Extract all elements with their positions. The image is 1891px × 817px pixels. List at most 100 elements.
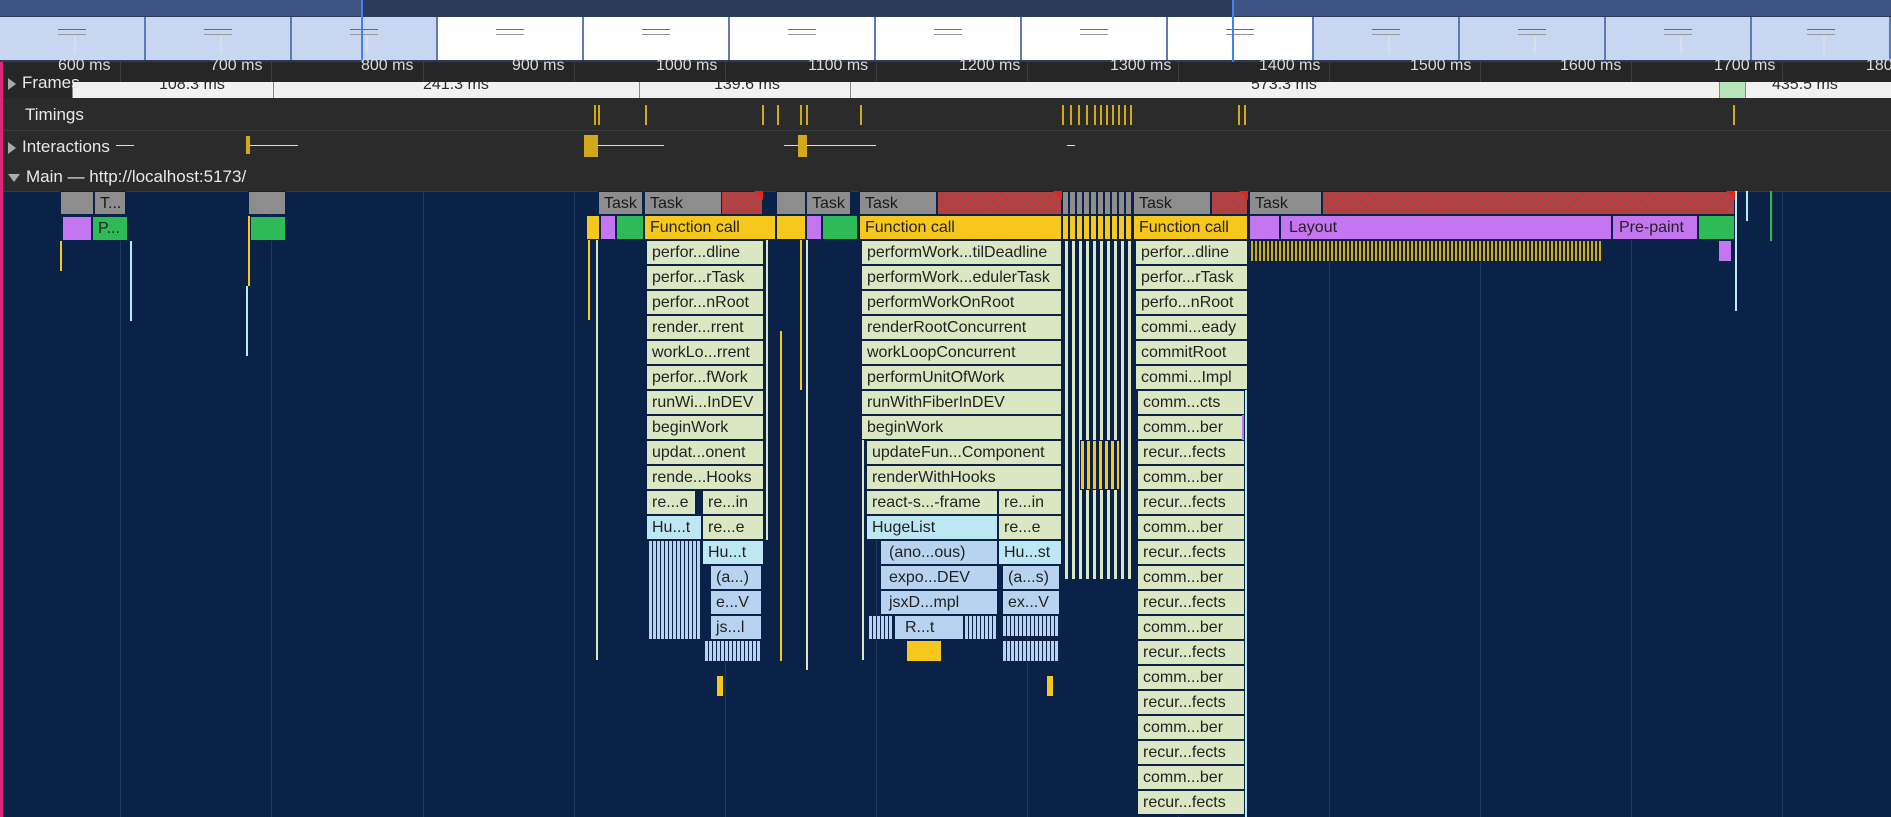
stack-frame[interactable]: commi...Impl bbox=[1135, 365, 1248, 390]
interaction-whisker[interactable] bbox=[1067, 145, 1075, 146]
stack-frame[interactable]: jsxD...mpl bbox=[880, 590, 998, 615]
stack-frame-cluster[interactable] bbox=[648, 540, 702, 640]
stack-frame[interactable]: comm...ber bbox=[1137, 415, 1245, 440]
stack-frame[interactable]: recur...fects bbox=[1137, 440, 1245, 465]
screenshot-thumb[interactable] bbox=[584, 17, 730, 60]
stack-frame[interactable]: renderRootConcurrent bbox=[861, 315, 1062, 340]
timing-marker[interactable] bbox=[1118, 105, 1120, 125]
flame-chart[interactable]: T... P... Task Task Task Function call p… bbox=[0, 191, 1891, 817]
stack-frame[interactable]: workLoopConcurrent bbox=[861, 340, 1062, 365]
stack-frame[interactable]: performUnitOfWork bbox=[861, 365, 1062, 390]
task-block[interactable] bbox=[1062, 191, 1132, 215]
function-call-block[interactable] bbox=[586, 215, 600, 240]
screenshot-thumb[interactable] bbox=[292, 17, 438, 60]
stack-frame[interactable]: comm...ber bbox=[1137, 515, 1245, 540]
pre-paint-block[interactable]: Pre-paint bbox=[1612, 215, 1698, 240]
stack-frame[interactable]: performWork...edulerTask bbox=[861, 265, 1062, 290]
main-track-toggle[interactable]: Main — http://localhost:5173/ bbox=[8, 167, 246, 187]
rendering-block[interactable] bbox=[600, 215, 616, 240]
timing-marker[interactable] bbox=[1124, 105, 1126, 125]
timing-marker[interactable] bbox=[645, 105, 647, 125]
stack-frame[interactable]: comm...ber bbox=[1137, 465, 1245, 490]
paint-block[interactable]: P... bbox=[92, 216, 128, 241]
timing-marker[interactable] bbox=[1062, 105, 1064, 125]
stack-frame[interactable] bbox=[906, 640, 942, 662]
stack-frame[interactable]: commi...eady bbox=[1135, 315, 1248, 340]
stack-frame[interactable]: comm...cts bbox=[1137, 390, 1245, 415]
main-track-header[interactable]: Main — http://localhost:5173/ bbox=[0, 162, 1891, 192]
screenshot-thumb[interactable] bbox=[730, 17, 876, 60]
screenshots-strip[interactable] bbox=[0, 0, 1891, 62]
screenshot-thumb[interactable] bbox=[1606, 17, 1752, 60]
stack-frame[interactable]: (a...) bbox=[710, 565, 762, 590]
rendering-block[interactable] bbox=[1249, 215, 1280, 240]
stack-frame-cluster[interactable] bbox=[868, 615, 894, 640]
screenshot-thumb[interactable] bbox=[876, 17, 1022, 60]
stack-frame[interactable]: e...V bbox=[710, 590, 762, 615]
screenshot-thumb[interactable] bbox=[146, 17, 292, 60]
stack-frame[interactable]: runWithFiberInDEV bbox=[861, 390, 1062, 415]
stack-frame[interactable]: perfor...rTask bbox=[646, 265, 764, 290]
stack-frame[interactable]: perfor...dline bbox=[1135, 240, 1248, 265]
stack-frame[interactable]: recur...fects bbox=[1137, 540, 1245, 565]
rendering-block[interactable] bbox=[1718, 240, 1732, 262]
stack-frame[interactable]: R...t bbox=[894, 615, 964, 640]
interaction-marker[interactable] bbox=[584, 135, 598, 157]
timing-marker[interactable] bbox=[598, 105, 600, 125]
timing-marker[interactable] bbox=[1100, 105, 1102, 125]
selection-handle-left[interactable] bbox=[361, 0, 363, 62]
stack-frame[interactable]: perfor...fWork bbox=[646, 365, 764, 390]
stack-frame[interactable]: HugeList bbox=[866, 515, 998, 540]
timing-marker[interactable] bbox=[860, 105, 862, 125]
task-block[interactable]: Task bbox=[806, 191, 851, 215]
timing-marker[interactable] bbox=[1078, 105, 1080, 125]
interactions-track-toggle[interactable]: Interactions bbox=[8, 137, 110, 157]
screenshot-thumb[interactable] bbox=[1022, 17, 1168, 60]
task-block[interactable]: Task bbox=[1133, 191, 1211, 215]
timing-marker[interactable] bbox=[1070, 105, 1072, 125]
function-call-block[interactable]: Function call bbox=[859, 215, 1062, 240]
stack-frame[interactable]: comm...ber bbox=[1137, 665, 1245, 690]
stack-frame[interactable]: perfor...dline bbox=[646, 240, 764, 265]
stack-frame[interactable]: updat...onent bbox=[646, 440, 764, 465]
screenshot-thumb[interactable] bbox=[1314, 17, 1460, 60]
stack-frame[interactable]: rende...Hooks bbox=[646, 465, 764, 490]
stack-frame[interactable]: performWork...tilDeadline bbox=[861, 240, 1062, 265]
stack-frame[interactable]: recur...fects bbox=[1137, 690, 1245, 715]
stack-frame[interactable]: beginWork bbox=[646, 415, 764, 440]
stack-frame[interactable]: performWorkOnRoot bbox=[861, 290, 1062, 315]
stack-frame[interactable]: Hu...st bbox=[998, 540, 1062, 565]
stack-frame[interactable]: workLo...rrent bbox=[646, 340, 764, 365]
interaction-whisker[interactable] bbox=[590, 145, 664, 146]
frame-segment-green[interactable] bbox=[1719, 82, 1745, 98]
timing-marker[interactable] bbox=[594, 105, 596, 125]
stack-frame-cluster[interactable] bbox=[964, 615, 998, 640]
timing-marker[interactable] bbox=[777, 105, 779, 125]
stack-frame-cluster[interactable] bbox=[1064, 240, 1132, 580]
timing-marker[interactable] bbox=[1094, 105, 1096, 125]
stack-frame[interactable]: beginWork bbox=[861, 415, 1062, 440]
stack-frame[interactable]: updateFun...Component bbox=[866, 440, 1062, 465]
interaction-whisker[interactable] bbox=[116, 145, 134, 146]
stack-frame[interactable] bbox=[716, 675, 724, 697]
timing-marker[interactable] bbox=[806, 105, 808, 125]
stack-frame[interactable]: perfor...rTask bbox=[1135, 265, 1248, 290]
task-block[interactable]: Task bbox=[859, 191, 937, 215]
timing-marker[interactable] bbox=[1238, 105, 1240, 125]
timing-marker[interactable] bbox=[1244, 105, 1246, 125]
stack-frame[interactable]: expo...DEV bbox=[880, 565, 998, 590]
stack-frame[interactable]: re...in bbox=[998, 490, 1062, 515]
timing-marker[interactable] bbox=[800, 105, 802, 125]
timing-marker[interactable] bbox=[1106, 105, 1108, 125]
task-block[interactable]: Task bbox=[598, 191, 643, 215]
stack-frame[interactable]: ex...V bbox=[1002, 590, 1060, 615]
stack-frame[interactable]: runWi...InDEV bbox=[646, 390, 764, 415]
stack-frame[interactable]: recur...fects bbox=[1137, 490, 1245, 515]
task-block[interactable] bbox=[776, 191, 806, 215]
stack-frame[interactable]: recur...fects bbox=[1137, 590, 1245, 615]
paint-block[interactable] bbox=[822, 215, 858, 240]
task-block[interactable] bbox=[60, 191, 94, 215]
stack-frame[interactable]: re...e bbox=[998, 515, 1062, 540]
task-block[interactable]: Task bbox=[644, 191, 722, 215]
stack-frame[interactable]: comm...ber bbox=[1137, 715, 1245, 740]
